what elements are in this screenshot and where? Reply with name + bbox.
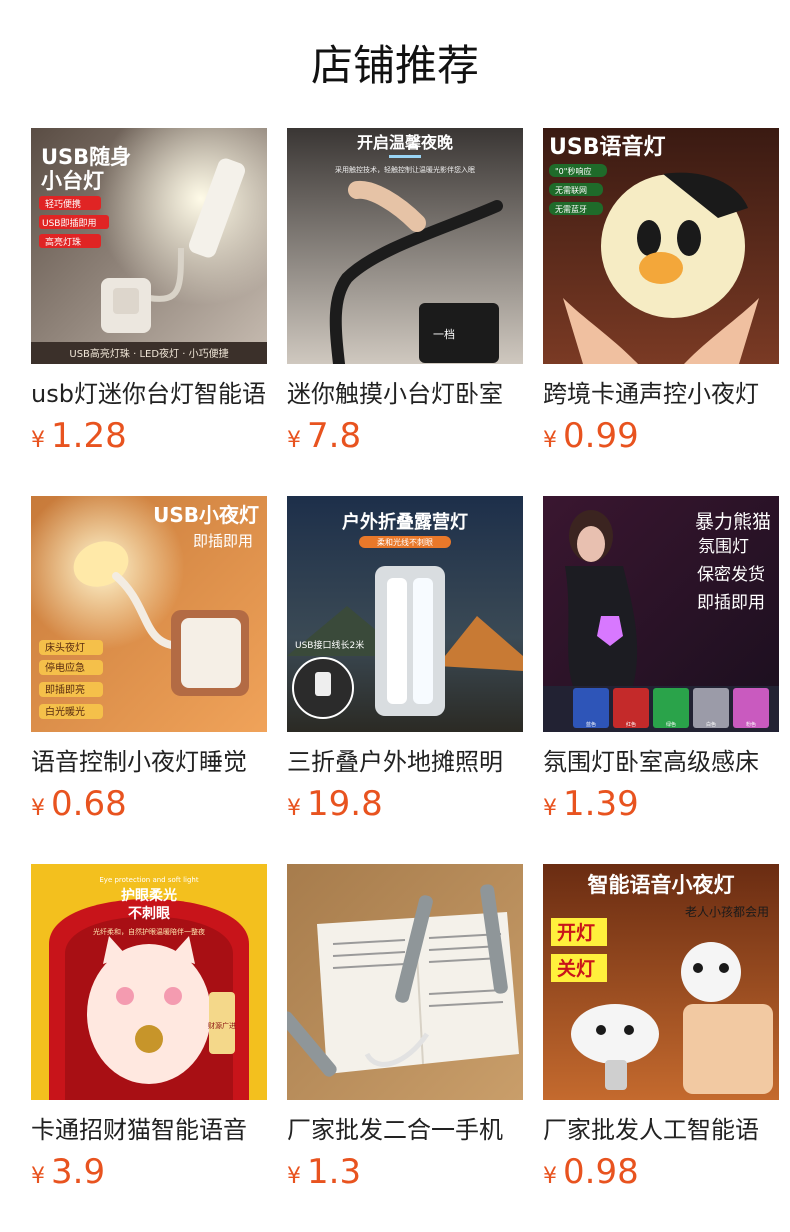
product-name[interactable]: 厂家批发二合一手机: [287, 1112, 523, 1148]
product-name[interactable]: 氛围灯卧室高级感床: [543, 744, 779, 780]
image-top-text: Eye protection and soft light: [99, 876, 198, 884]
image-headline: 不刺眼: [128, 906, 170, 922]
product-price: ¥1.39: [543, 782, 639, 826]
image-headline: USB语音灯: [549, 134, 665, 160]
price-value: 1.28: [51, 416, 127, 456]
product-price: ¥0.68: [31, 782, 127, 826]
image-headline: USB随身: [41, 145, 131, 169]
product-grid: USB随身 小台灯 轻巧便携 USB即插即用 高亮灯珠 USB高亮灯珠 · LE…: [0, 0, 790, 1232]
price-value: 1.39: [563, 784, 639, 824]
product-name[interactable]: usb灯迷你台灯智能语: [31, 376, 267, 412]
product-price: ¥0.98: [543, 1150, 639, 1194]
swatch-label: 粉色: [746, 721, 756, 728]
product-name[interactable]: 卡通招财猫智能语音: [31, 1112, 267, 1148]
product-name[interactable]: 迷你触摸小台灯卧室: [287, 376, 523, 412]
price-value: 19.8: [307, 784, 383, 824]
image-tag: 开灯: [557, 922, 595, 944]
price-value: 3.9: [51, 1152, 106, 1192]
product-price: ¥19.8: [287, 782, 383, 826]
product-name[interactable]: 厂家批发人工智能语: [543, 1112, 779, 1148]
image-line: 即插即用: [697, 593, 765, 613]
image-tag: 无需联网: [555, 186, 587, 195]
image-scroll-text: 财源广进: [208, 1021, 236, 1030]
image-line: 氛围灯: [698, 537, 749, 557]
currency-symbol: ¥: [543, 428, 557, 453]
image-subtitle: 即插即用: [193, 532, 253, 550]
currency-symbol: ¥: [31, 428, 45, 453]
image-tag: "0"秒响应: [555, 166, 591, 176]
product-image[interactable]: USB小夜灯 即插即用 床头夜灯 停电应急 即插即亮 白光暖光: [31, 496, 267, 732]
currency-symbol: ¥: [287, 428, 301, 453]
product-price: ¥1.3: [287, 1150, 361, 1194]
image-headline: 护眼柔光: [121, 887, 177, 904]
currency-symbol: ¥: [31, 1164, 45, 1189]
product-image[interactable]: 暴力熊猫 氛围灯 保密发货 即插即用 蓝色 红色 绿色 白色 粉色: [543, 496, 779, 732]
product-image[interactable]: 开启温馨夜晚 采用触控技术，轻触控制让温暖光影伴您入眠 一档: [287, 128, 523, 364]
image-subtitle: 光纤柔和，自然护眼温暖陪伴一整夜: [93, 927, 205, 936]
image-line: 保密发货: [697, 565, 765, 585]
product-image[interactable]: USB随身 小台灯 轻巧便携 USB即插即用 高亮灯珠 USB高亮灯珠 · LE…: [31, 128, 267, 364]
image-tag: 床头夜灯: [45, 641, 85, 654]
image-headline: 户外折叠露营灯: [342, 511, 468, 533]
price-value: 1.3: [307, 1152, 362, 1192]
currency-symbol: ¥: [543, 1164, 557, 1189]
image-tag: USB即插即用: [42, 217, 96, 229]
product-image[interactable]: [287, 864, 523, 1100]
price-value: 7.8: [307, 416, 362, 456]
product-price: ¥0.99: [543, 414, 639, 458]
product-name[interactable]: 跨境卡通声控小夜灯: [543, 376, 779, 412]
image-note: USB接口线长2米: [295, 639, 364, 651]
image-tag: 轻巧便携: [45, 198, 81, 210]
swatch-label: 白色: [706, 721, 716, 728]
image-headline: USB小夜灯: [153, 503, 259, 527]
product-image[interactable]: 智能语音小夜灯 老人小孩都会用 开灯 关灯: [543, 864, 779, 1100]
image-tag: 高亮灯珠: [45, 236, 81, 248]
price-value: 0.68: [51, 784, 127, 824]
product-name[interactable]: 三折叠户外地摊照明: [287, 744, 523, 780]
image-headline: 智能语音小夜灯: [588, 873, 735, 897]
image-tag: 无需蓝牙: [555, 204, 587, 214]
currency-symbol: ¥: [287, 796, 301, 821]
product-price: ¥7.8: [287, 414, 361, 458]
swatch-label: 红色: [626, 721, 636, 728]
price-value: 0.98: [563, 1152, 639, 1192]
product-price: ¥1.28: [31, 414, 127, 458]
currency-symbol: ¥: [543, 796, 557, 821]
product-image[interactable]: 户外折叠露营灯 柔和光线不刺眼 USB接口线长2米: [287, 496, 523, 732]
image-tag: 即插即亮: [45, 683, 85, 696]
product-image[interactable]: USB语音灯 "0"秒响应 无需联网 无需蓝牙: [543, 128, 779, 364]
image-subtitle: 柔和光线不刺眼: [377, 537, 433, 547]
currency-symbol: ¥: [31, 796, 45, 821]
image-tag: 关灯: [557, 957, 595, 980]
image-headline: 开启温馨夜晚: [357, 133, 453, 152]
image-subtitle: 采用触控技术，轻触控制让温暖光影伴您入眠: [335, 165, 475, 174]
product-price: ¥3.9: [31, 1150, 105, 1194]
swatch-label: 绿色: [666, 721, 676, 728]
swatch-label: 蓝色: [586, 721, 596, 728]
image-badge: 一档: [433, 327, 455, 341]
image-headline: 小台灯: [41, 169, 104, 193]
image-line: 暴力熊猫: [695, 511, 771, 533]
currency-symbol: ¥: [287, 1164, 301, 1189]
image-tag: 白光暖光: [45, 705, 85, 718]
image-footer: USB高亮灯珠 · LED夜灯 · 小巧便捷: [69, 347, 228, 360]
image-subtitle: 老人小孩都会用: [685, 905, 769, 919]
product-name[interactable]: 语音控制小夜灯睡觉: [31, 744, 267, 780]
product-image[interactable]: Eye protection and soft light 护眼柔光 不刺眼 光…: [31, 864, 267, 1100]
image-tag: 停电应急: [45, 661, 85, 674]
price-value: 0.99: [563, 416, 639, 456]
